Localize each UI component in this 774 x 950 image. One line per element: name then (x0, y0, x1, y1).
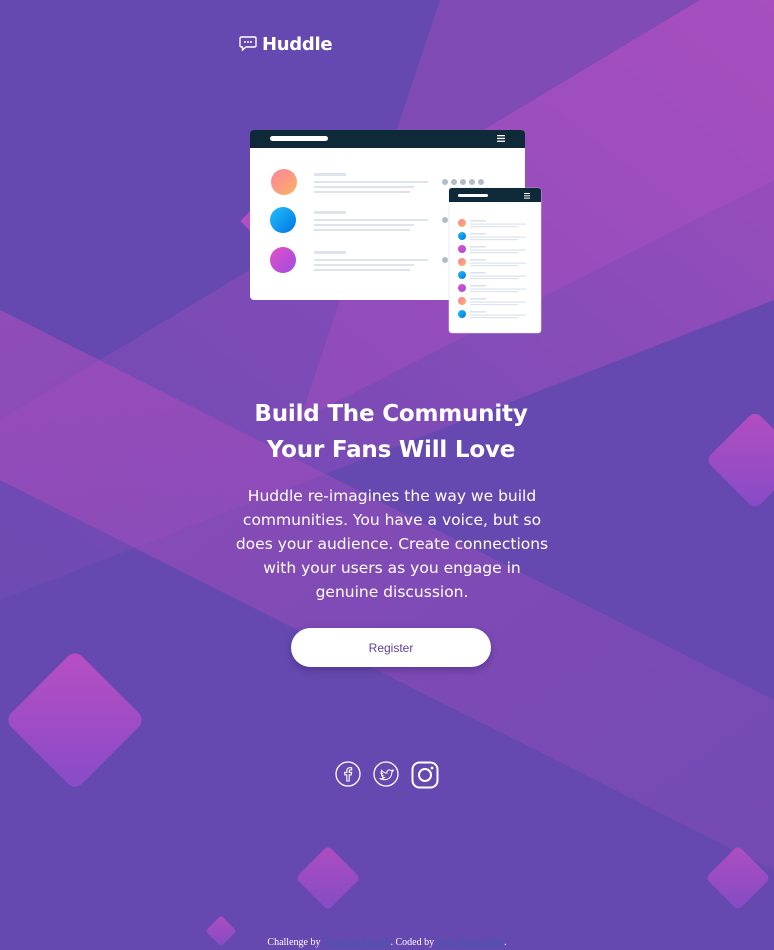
frontend-mentor-link[interactable]: Frontend Mentor (323, 937, 391, 948)
chat-bubble-icon (239, 35, 257, 52)
register-button[interactable]: Register (291, 628, 491, 667)
attribution-prefix: Challenge by (267, 937, 321, 948)
facebook-icon[interactable] (335, 761, 361, 787)
hero-headline: Build The Community Your Fans Will Love (210, 396, 572, 468)
social-links (335, 761, 439, 789)
attribution: Challenge by Frontend Mentor. Coded by Y… (0, 937, 774, 948)
brand-name: Huddle (262, 34, 333, 55)
attribution-suffix: . (504, 937, 507, 948)
twitter-icon[interactable] (373, 761, 399, 787)
hero-headline-line1: Build The Community (254, 401, 528, 427)
attribution-middle: . Coded by (390, 937, 435, 948)
app-mockup-illustration (250, 130, 542, 334)
hero-description: Huddle re-imagines the way we build comm… (235, 487, 549, 601)
author-link[interactable]: Your Name Here (436, 937, 504, 948)
instagram-icon[interactable] (411, 761, 439, 789)
brand-logo[interactable]: Huddle (238, 34, 333, 55)
hero-headline-line2: Your Fans Will Love (266, 437, 516, 463)
